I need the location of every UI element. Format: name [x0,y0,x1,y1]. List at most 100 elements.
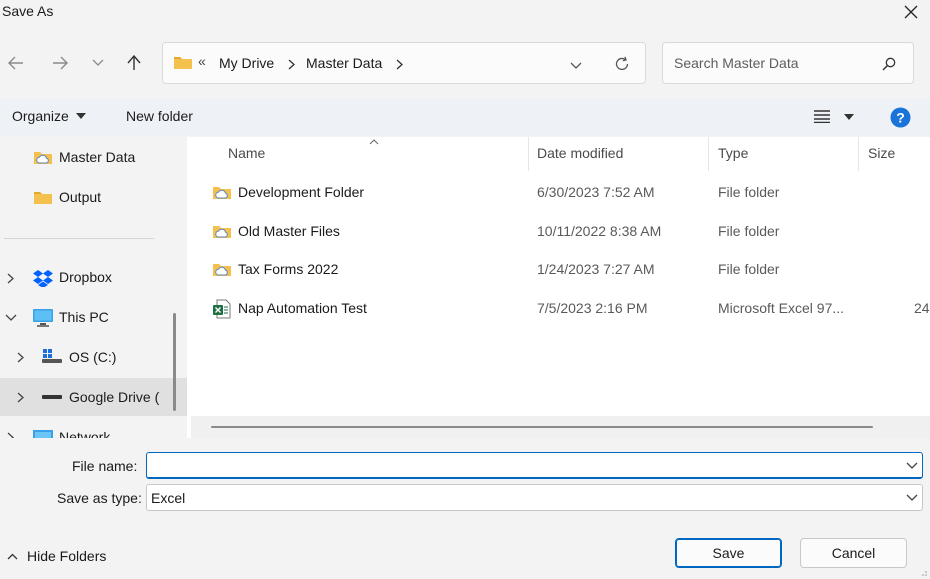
title-bar: Save As [0,0,930,30]
tree-item-master-data[interactable]: Master Data [0,138,187,176]
tree-item-label: Google Drive ( [69,389,160,405]
horizontal-scrollbar-track[interactable] [191,416,930,438]
up-button[interactable] [121,49,147,77]
file-date: 1/24/2023 7:27 AM [537,261,655,277]
column-header-name[interactable]: Name [228,145,265,161]
folder-icon [34,192,52,204]
save-form: File name: Save as type: Excel [0,438,930,520]
column-header-date-modified[interactable]: Date modified [537,145,623,161]
chevron-right-icon[interactable] [7,273,14,284]
dialog-footer: Hide Folders Save Cancel [0,520,930,579]
tree-item-this-pc[interactable]: This PC [0,298,187,336]
file-type: File folder [718,261,780,277]
file-type: Microsoft Excel 97... [718,300,845,316]
chevron-right-icon[interactable] [288,59,295,70]
network-icon [33,430,53,438]
search-box[interactable]: Search Master Data [662,42,914,84]
tree-item-dropbox[interactable]: Dropbox [0,258,187,296]
organize-button[interactable]: Organize [12,108,86,124]
file-list: Name Date modified Type Size Development… [187,137,930,438]
file-name-field[interactable] [146,452,923,479]
search-icon[interactable] [882,57,896,71]
chevron-right-icon[interactable] [17,392,24,403]
caret-down-icon [844,113,854,120]
file-date: 6/30/2023 7:52 AM [537,184,655,200]
caret-down-icon [75,113,86,119]
file-name: Development Folder [238,184,365,200]
tree-item-os-c[interactable]: OS (C:) [0,338,187,376]
chevron-down-icon[interactable] [906,494,918,502]
window-title: Save As [2,3,54,19]
file-date: 7/5/2023 2:16 PM [537,300,648,316]
excel-file-icon [213,299,231,319]
file-row[interactable]: Old Master Files 10/11/2022 8:38 AM File… [187,213,930,251]
column-header-size[interactable]: Size [868,145,895,161]
tree-item-output[interactable]: Output [0,178,187,216]
cancel-button[interactable]: Cancel [800,538,907,568]
navigation-pane: Master Data Output Dropbox This PC OS (C… [0,137,187,438]
resize-grip-icon[interactable] [918,570,928,578]
chevron-down-icon[interactable] [5,314,17,322]
command-bar: Organize New folder ? [0,98,930,136]
close-button[interactable] [896,0,926,24]
search-placeholder[interactable]: Search Master Data [674,55,799,71]
breadcrumb-overflow[interactable]: « [198,53,206,69]
dropbox-icon [33,270,53,287]
tree-item-label: Master Data [59,149,136,165]
recent-locations-button[interactable] [85,49,111,77]
tree-item-label: This PC [59,309,109,325]
new-folder-button[interactable]: New folder [126,108,193,124]
tree-item-label: Output [59,189,102,205]
file-row[interactable]: Development Folder 6/30/2023 7:52 AM Fil… [187,174,930,212]
file-type: File folder [718,184,780,200]
close-icon [904,5,918,19]
arrow-right-icon [53,56,68,70]
horizontal-scrollbar-thumb[interactable] [211,426,873,428]
folder-icon [174,57,192,69]
file-name-label: File name: [72,458,138,474]
tree-item-label: Dropbox [59,269,112,285]
list-view-icon [814,110,830,123]
folder-cloud-icon [213,226,231,238]
chevron-down-icon [92,59,104,66]
arrow-left-icon [8,56,23,70]
save-button[interactable]: Save [675,538,782,568]
help-icon[interactable]: ? [890,107,911,128]
file-type: File folder [718,223,780,239]
back-button[interactable] [3,49,29,77]
address-bar[interactable]: « My Drive Master Data [162,42,646,84]
breadcrumb-my-drive[interactable]: My Drive [219,55,274,71]
forward-button[interactable] [47,49,73,77]
chevron-up-icon [7,553,18,559]
chevron-right-icon[interactable] [17,352,24,363]
save-type-label: Save as type: [57,490,142,506]
column-header-type[interactable]: Type [718,145,748,161]
chevron-down-icon[interactable] [906,462,918,470]
svg-text:?: ? [896,110,905,126]
tree-item-label: Network [59,429,111,438]
hide-folders-button[interactable]: Hide Folders [7,548,106,564]
refresh-icon[interactable] [614,56,630,72]
save-type-select[interactable]: Excel [146,484,923,511]
chevron-right-icon[interactable] [396,59,403,70]
file-row[interactable]: Nap Automation Test 7/5/2023 2:16 PM Mic… [187,290,930,328]
computer-icon [33,309,53,327]
drive-icon [42,349,62,363]
breadcrumb-master-data[interactable]: Master Data [306,55,382,71]
file-size: 24 [914,300,930,316]
file-row[interactable]: Tax Forms 2022 1/24/2023 7:27 AM File fo… [187,251,930,289]
view-options-button[interactable] [814,110,854,123]
save-type-value: Excel [151,490,186,506]
chevron-down-icon[interactable] [570,62,582,70]
column-separator[interactable] [528,137,529,171]
hide-folders-label: Hide Folders [27,548,107,564]
column-separator[interactable] [708,137,709,171]
navigation-scrollbar[interactable] [173,313,176,411]
file-name-input[interactable] [147,453,895,477]
file-date: 10/11/2022 8:38 AM [537,223,662,239]
column-separator[interactable] [858,137,859,171]
tree-item-google-drive[interactable]: Google Drive ( [0,378,187,416]
file-name: Nap Automation Test [238,300,367,316]
tree-item-network[interactable]: Network [0,418,187,438]
folder-cloud-icon [34,152,52,164]
